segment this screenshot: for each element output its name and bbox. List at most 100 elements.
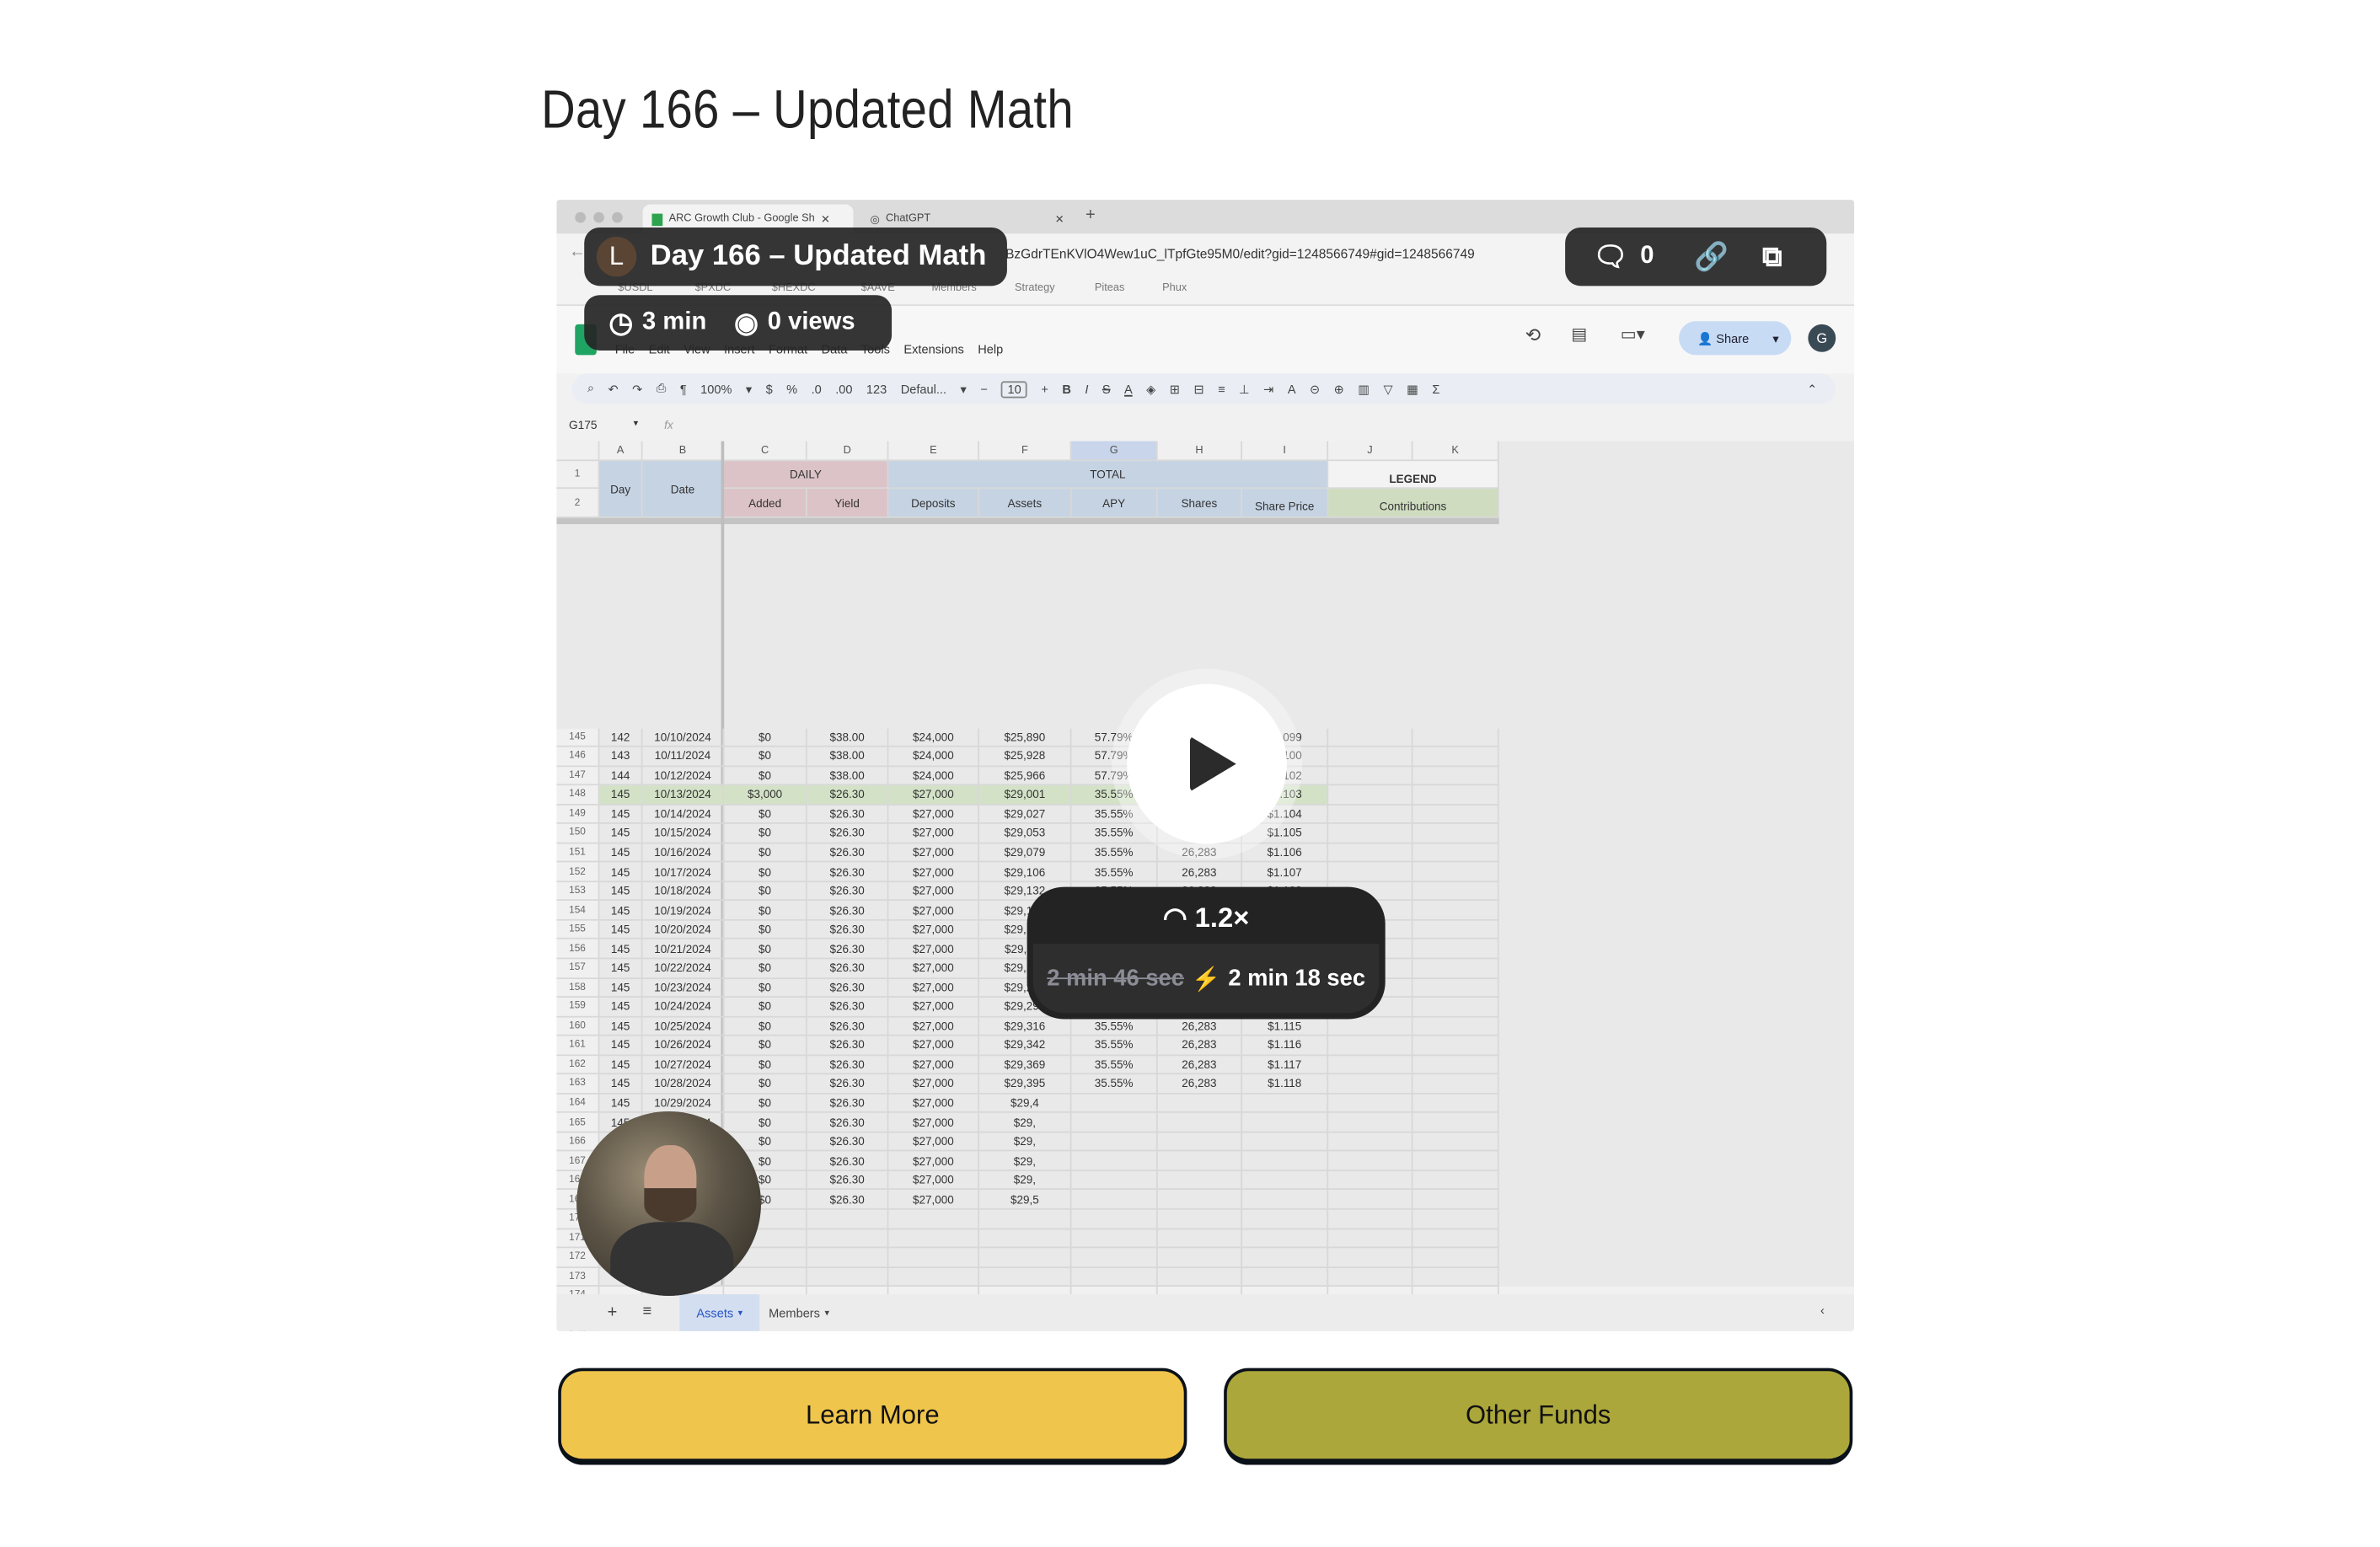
data-cell[interactable] <box>1412 1055 1499 1075</box>
data-cell[interactable]: 35.55% <box>1071 843 1158 863</box>
data-cell[interactable]: 35.55% <box>1071 1074 1158 1095</box>
borders-icon[interactable]: ⊞ <box>1170 382 1180 395</box>
empty-cell[interactable] <box>1157 1248 1243 1268</box>
data-cell[interactable]: $0 <box>724 901 807 921</box>
column-header-J[interactable]: J <box>1328 441 1413 462</box>
play-button[interactable] <box>1127 683 1287 844</box>
data-cell[interactable]: $0 <box>724 843 807 863</box>
data-cell[interactable]: $29,342 <box>979 1036 1072 1056</box>
speed-badge[interactable]: ◠ 1.2× 2 min 46 sec ⚡ 2 min 18 sec <box>1027 886 1386 1020</box>
video-title[interactable]: Day 166 – Updated Math <box>651 240 987 274</box>
data-cell[interactable]: $26.30 <box>807 901 889 921</box>
data-cell[interactable]: $27,000 <box>888 862 980 882</box>
header-added[interactable]: Added <box>724 489 807 518</box>
empty-cell[interactable] <box>1157 1209 1243 1229</box>
data-cell[interactable]: $0 <box>724 998 807 1017</box>
row-header[interactable]: 158 <box>556 978 600 998</box>
data-cell[interactable]: $0 <box>724 939 807 960</box>
data-cell[interactable]: $26.30 <box>807 1074 889 1095</box>
data-cell[interactable]: $27,000 <box>888 881 980 902</box>
sheet-tab-assets[interactable]: Assets ▾ <box>679 1294 760 1331</box>
empty-cell[interactable] <box>888 1248 980 1268</box>
empty-cell[interactable] <box>1328 1248 1413 1268</box>
data-cell[interactable]: 35.55% <box>1071 1036 1158 1056</box>
data-cell[interactable]: 10/16/2024 <box>642 843 725 863</box>
data-cell[interactable] <box>1328 785 1413 806</box>
data-cell[interactable] <box>1412 959 1499 979</box>
data-cell[interactable]: 26,283 <box>1157 843 1243 863</box>
data-cell[interactable]: $29, <box>979 1132 1072 1153</box>
font-size-field[interactable]: 10 <box>1001 380 1027 398</box>
data-cell[interactable]: $24,000 <box>888 766 980 786</box>
data-cell[interactable] <box>1412 978 1499 998</box>
column-header-F[interactable]: F <box>979 441 1072 462</box>
empty-cell[interactable] <box>1157 1267 1243 1287</box>
data-cell[interactable]: 26,283 <box>1157 1074 1243 1095</box>
avatar[interactable]: G <box>1808 324 1836 352</box>
new-tab-icon[interactable]: + <box>1085 206 1096 224</box>
data-cell[interactable] <box>1412 1132 1499 1153</box>
data-cell[interactable]: 145 <box>599 998 643 1017</box>
row-header[interactable]: 154 <box>556 901 600 921</box>
data-cell[interactable]: $0 <box>724 824 807 844</box>
data-cell[interactable]: 35.55% <box>1071 1055 1158 1075</box>
merge-icon[interactable]: ⊟ <box>1193 382 1203 395</box>
data-cell[interactable]: $29, <box>979 1113 1072 1133</box>
data-cell[interactable]: $1.107 <box>1242 862 1329 882</box>
data-cell[interactable]: $27,000 <box>888 1152 980 1171</box>
data-cell[interactable]: $29,5 <box>979 1190 1072 1210</box>
header-col[interactable]: APY <box>1071 489 1158 518</box>
data-cell[interactable] <box>1412 881 1499 902</box>
data-cell[interactable]: $26.30 <box>807 978 889 998</box>
empty-cell[interactable] <box>1412 1248 1499 1268</box>
data-cell[interactable]: 145 <box>599 1094 643 1114</box>
data-cell[interactable]: 145 <box>599 785 643 806</box>
data-cell[interactable]: 144 <box>599 766 643 786</box>
data-cell[interactable] <box>1242 1170 1329 1191</box>
data-cell[interactable]: $27,000 <box>888 978 980 998</box>
data-cell[interactable]: $27,000 <box>888 843 980 863</box>
rotate-icon[interactable]: A <box>1288 382 1296 395</box>
data-cell[interactable]: $3,000 <box>724 785 807 806</box>
data-cell[interactable]: $27,000 <box>888 824 980 844</box>
filter-icon[interactable]: ▽ <box>1383 382 1392 395</box>
data-cell[interactable]: $27,000 <box>888 998 980 1017</box>
data-cell[interactable]: $0 <box>724 805 807 825</box>
row-header[interactable]: 147 <box>556 766 600 786</box>
row-header[interactable]: 159 <box>556 998 600 1017</box>
data-cell[interactable]: 10/22/2024 <box>642 959 725 979</box>
data-cell[interactable]: $26.30 <box>807 1055 889 1075</box>
data-cell[interactable]: 145 <box>599 978 643 998</box>
data-cell[interactable]: $27,000 <box>888 1190 980 1210</box>
data-cell[interactable]: 145 <box>599 1036 643 1056</box>
data-cell[interactable] <box>1412 785 1499 806</box>
data-cell[interactable]: 10/17/2024 <box>642 862 725 882</box>
empty-cell[interactable] <box>1071 1209 1158 1229</box>
frozen-row-divider[interactable] <box>556 517 1499 525</box>
spreadsheet-grid[interactable]: A B C D E F G H I J K 1 2 Day Date DAILY TOTAL LEGEND Adde… <box>556 441 1855 1331</box>
empty-cell[interactable] <box>1412 1228 1499 1249</box>
data-cell[interactable]: $29,316 <box>979 1016 1072 1036</box>
row-header[interactable]: 164 <box>556 1094 600 1114</box>
data-cell[interactable] <box>1328 1170 1413 1191</box>
data-cell[interactable]: $38.00 <box>807 766 889 786</box>
data-cell[interactable] <box>1328 1190 1413 1210</box>
header-date[interactable]: Date <box>642 461 725 518</box>
data-cell[interactable] <box>1328 1055 1413 1075</box>
meet-icon[interactable]: ▭▾ <box>1621 324 1645 345</box>
data-cell[interactable] <box>1242 1132 1329 1153</box>
data-cell[interactable]: 10/10/2024 <box>642 727 725 747</box>
data-cell[interactable]: $27,000 <box>888 1036 980 1056</box>
data-cell[interactable]: $27,000 <box>888 1055 980 1075</box>
data-cell[interactable] <box>1328 747 1413 767</box>
fill-color-icon[interactable]: ◈ <box>1146 382 1155 395</box>
data-cell[interactable] <box>1071 1094 1158 1114</box>
data-cell[interactable] <box>1328 1016 1413 1036</box>
header-col[interactable]: Share Price <box>1242 489 1329 518</box>
empty-cell[interactable] <box>1328 1267 1413 1287</box>
column-header-C[interactable]: C <box>724 441 807 462</box>
data-cell[interactable] <box>1071 1170 1158 1191</box>
data-cell[interactable]: $25,966 <box>979 766 1072 786</box>
empty-cell[interactable] <box>724 1267 807 1287</box>
data-cell[interactable] <box>1242 1152 1329 1171</box>
